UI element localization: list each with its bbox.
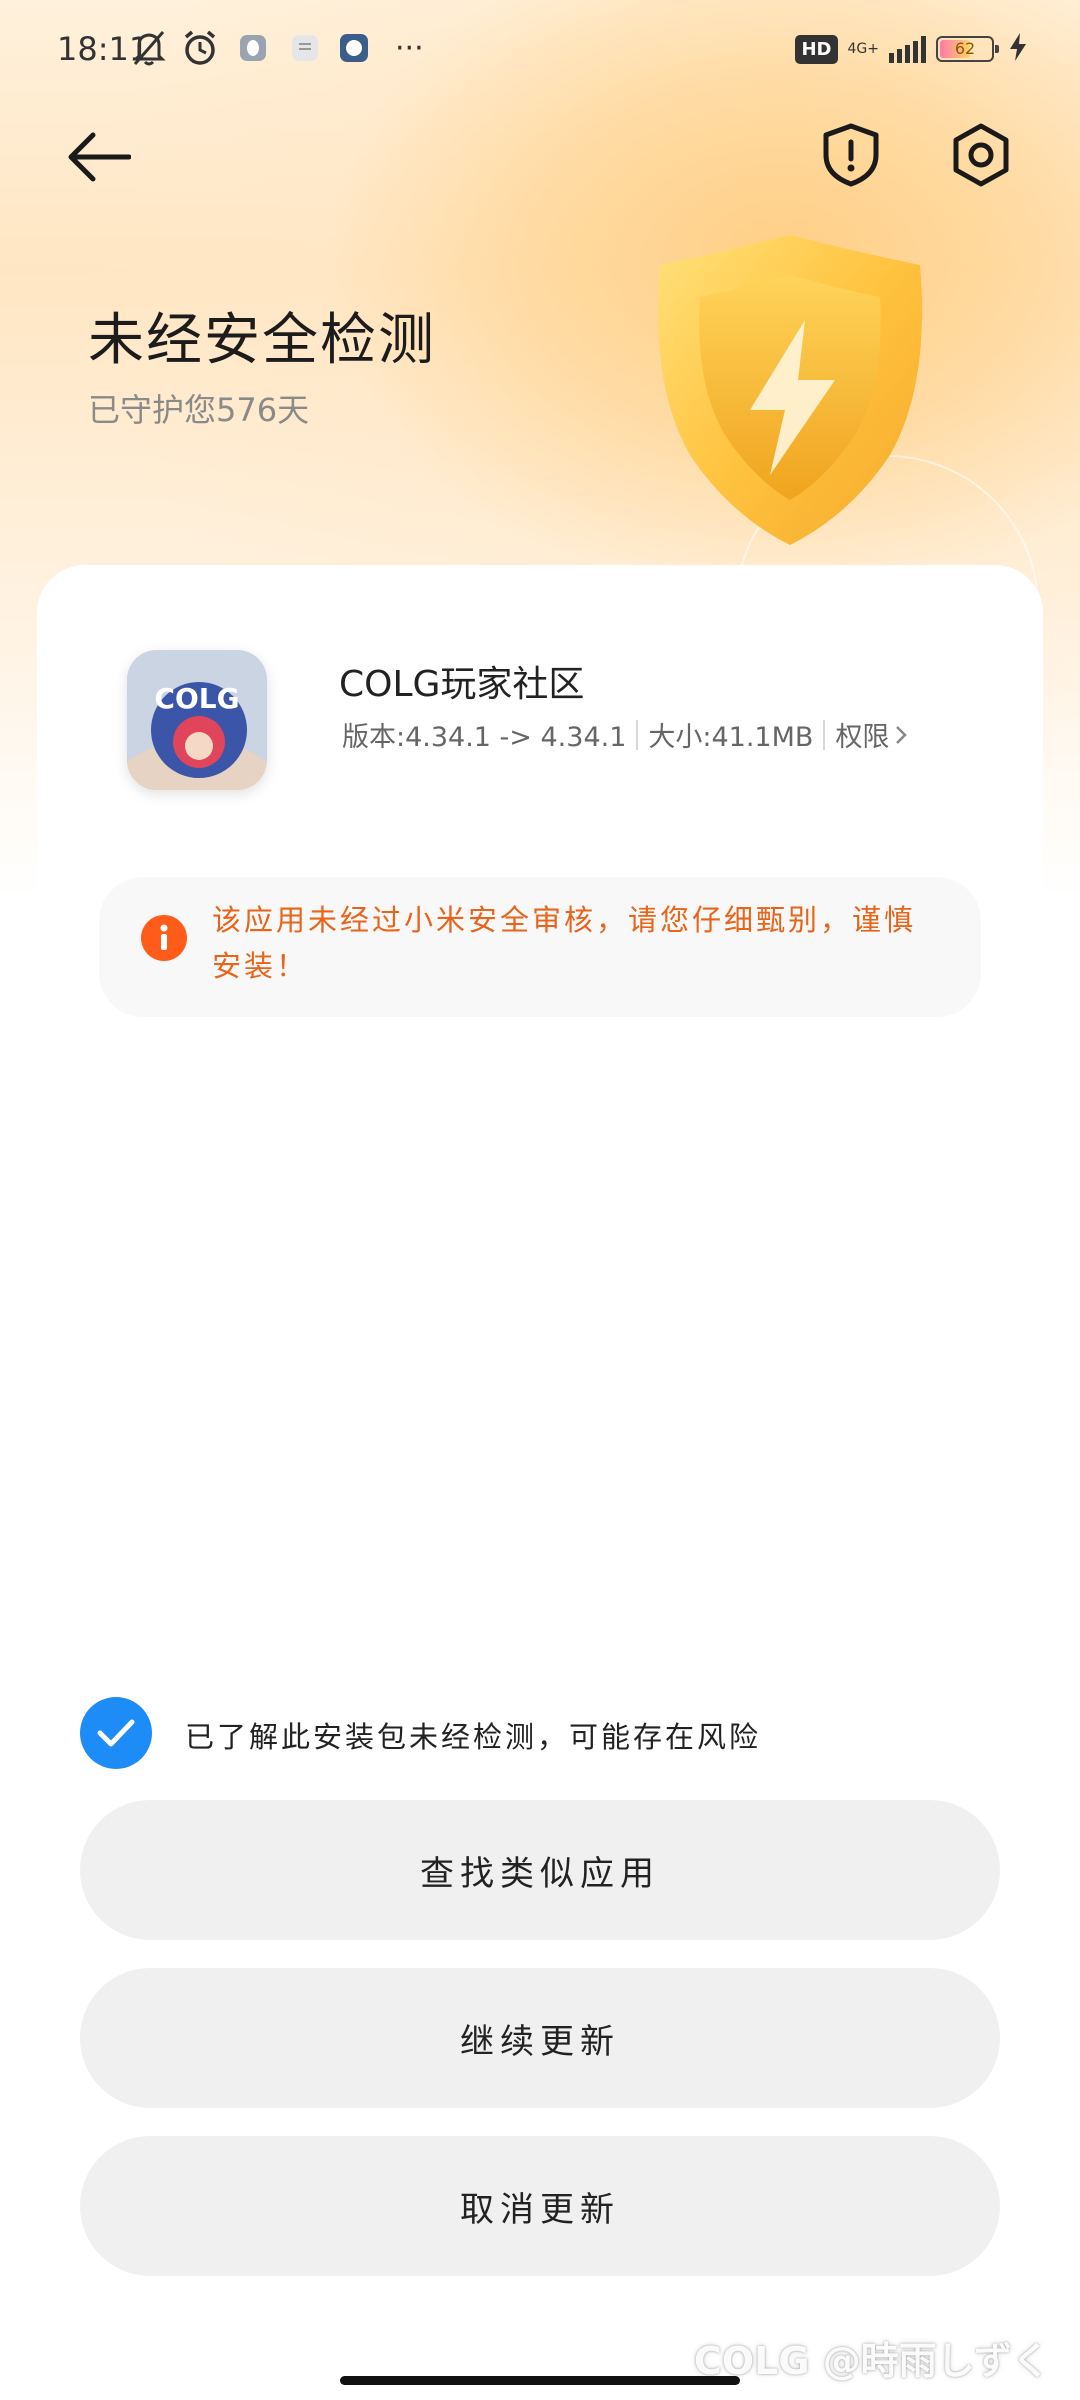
warning-text: 该应用未经过小米安全审核，请您仔细甄别，谨慎安装！ <box>212 903 917 983</box>
security-warning: 该应用未经过小米安全审核，请您仔细甄别，谨慎安装！ <box>99 877 981 1017</box>
status-right: HD 4G+ 62 <box>795 32 1028 66</box>
battery-icon: 62 <box>936 36 999 62</box>
app-notification-icon <box>290 28 320 68</box>
hd-badge: HD <box>795 34 838 64</box>
chevron-right-icon <box>896 725 908 744</box>
signal-icon <box>889 35 926 63</box>
qq-notification-icon <box>238 28 268 68</box>
continue-update-button[interactable]: 继续更新 <box>80 1968 1000 2108</box>
app-version: 版本:4.34.1 -> 4.34.1 <box>342 722 627 753</box>
settings-button[interactable] <box>946 120 1016 190</box>
acknowledge-label[interactable]: 已了解此安装包未经检测，可能存在风险 <box>185 1714 761 1756</box>
battery-level: 62 <box>954 39 976 58</box>
colg-notification-icon <box>338 28 370 68</box>
colg-logo-icon: COLG <box>127 650 267 790</box>
app-meta: 版本:4.34.1 -> 4.34.1 大小:41.1MB 权限 <box>342 715 908 754</box>
permissions-label: 权限 <box>835 722 890 753</box>
divider <box>823 719 826 750</box>
acknowledge-checkbox[interactable] <box>80 1697 152 1769</box>
app-info-card: COLG COLG玩家社区 版本:4.34.1 -> 4.34.1 大小:41.… <box>37 565 1043 2400</box>
protection-days: 已守护您576天 <box>88 391 310 429</box>
charging-icon <box>1008 32 1028 66</box>
back-button[interactable] <box>60 125 136 189</box>
cancel-update-button[interactable]: 取消更新 <box>80 2136 1000 2276</box>
lightning-shield-icon <box>658 235 922 545</box>
gear-icon <box>953 123 1009 187</box>
security-button[interactable] <box>816 120 886 190</box>
page-title: 未经安全检测 <box>88 308 436 373</box>
alarm-icon <box>180 28 220 68</box>
status-bar: 18:11 ··· HD 4G+ 62 <box>0 0 1080 100</box>
mute-bell-icon <box>130 28 168 68</box>
home-indicator[interactable] <box>340 2376 740 2385</box>
app-icon: COLG <box>127 650 267 790</box>
checkmark-icon <box>97 1719 135 1747</box>
network-type: 4G+ <box>847 41 880 57</box>
app-size: 大小:41.1MB <box>648 722 814 753</box>
watermark: COLG @時雨しずく <box>693 2339 1050 2383</box>
shield-alert-icon <box>823 123 879 187</box>
arrow-left-icon <box>68 132 131 182</box>
more-notifications-icon: ··· <box>395 30 424 66</box>
permissions-link[interactable]: 权限 <box>835 715 908 754</box>
app-icon-text: COLG <box>154 682 239 715</box>
info-icon <box>141 915 187 961</box>
app-name: COLG玩家社区 <box>339 664 585 705</box>
find-similar-button[interactable]: 查找类似应用 <box>80 1800 1000 1940</box>
divider <box>636 719 639 750</box>
